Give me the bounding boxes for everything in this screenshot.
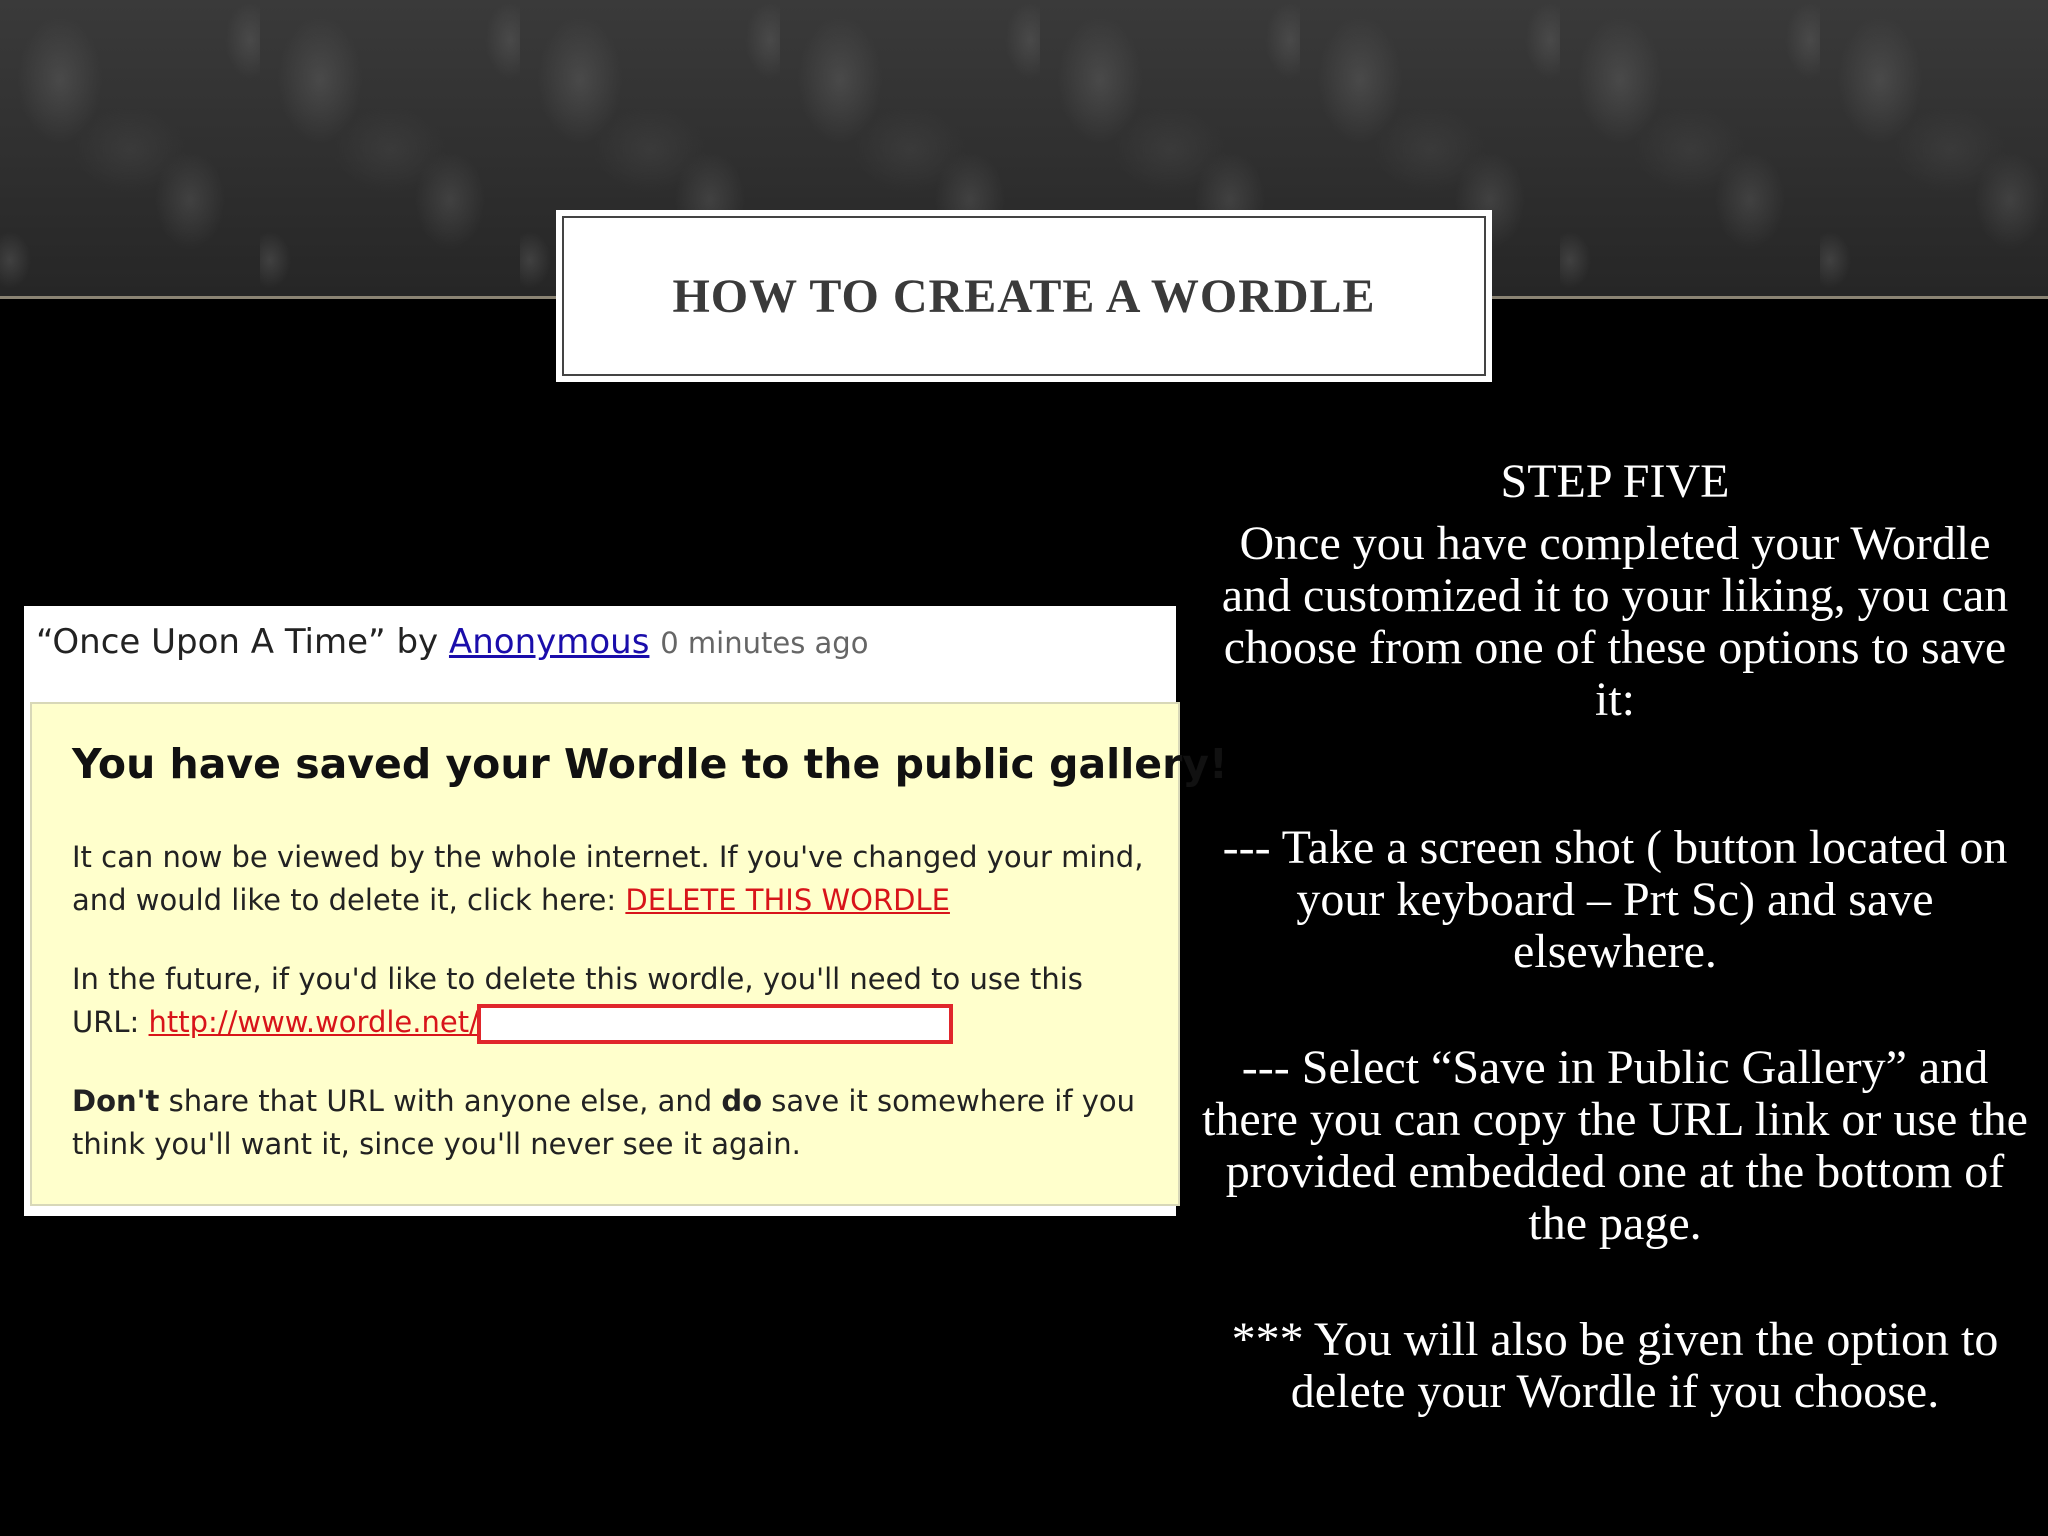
intro-text: Once you have completed your Wordle and … <box>1221 517 2009 726</box>
wordle-title: “Once Upon A Time” by <box>36 622 449 662</box>
wordle-header: “Once Upon A Time” by Anonymous 0 minute… <box>36 622 868 662</box>
author-link[interactable]: Anonymous <box>449 622 649 662</box>
notice-bold-do: do <box>721 1084 763 1118</box>
instructions-column: STEP FIVE Once you have completed your W… <box>1200 456 2030 1418</box>
redacted-url-box <box>476 1004 953 1044</box>
notice-p3-text-1: share that URL with anyone else, and <box>159 1084 722 1118</box>
notice-paragraph-2: In the future, if you'd like to delete t… <box>72 958 1152 1044</box>
saved-notice: You have saved your Wordle to the public… <box>30 702 1228 1206</box>
notice-paragraph-3: Don't share that URL with anyone else, a… <box>72 1080 1152 1166</box>
slide-title: HOW TO CREATE A WORDLE <box>672 269 1376 323</box>
step-heading: STEP FIVE <box>1500 455 1730 508</box>
notice-p1-text: It can now be viewed by the whole intern… <box>72 840 1144 917</box>
option-screenshot: --- Take a screen shot ( button located … <box>1222 821 2008 978</box>
notice-bold-dont: Don't <box>72 1084 160 1118</box>
notice-paragraph-1: It can now be viewed by the whole intern… <box>72 836 1152 922</box>
wordle-screenshot: “Once Upon A Time” by Anonymous 0 minute… <box>24 606 1228 1216</box>
timestamp: 0 minutes ago <box>660 626 869 660</box>
notice-heading: You have saved your Wordle to the public… <box>72 740 1228 788</box>
slide: HOW TO CREATE A WORDLE “Once Upon A Time… <box>0 0 2048 1536</box>
option-public-gallery: --- Select “Save in Public Gallery” and … <box>1202 1041 2028 1250</box>
delete-wordle-link[interactable]: DELETE THIS WORDLE <box>625 883 950 917</box>
title-box: HOW TO CREATE A WORDLE <box>556 210 1492 382</box>
delete-note: *** You will also be given the option to… <box>1231 1313 1999 1418</box>
wordle-url-link[interactable]: http://www.wordle.net/ <box>149 1005 479 1039</box>
